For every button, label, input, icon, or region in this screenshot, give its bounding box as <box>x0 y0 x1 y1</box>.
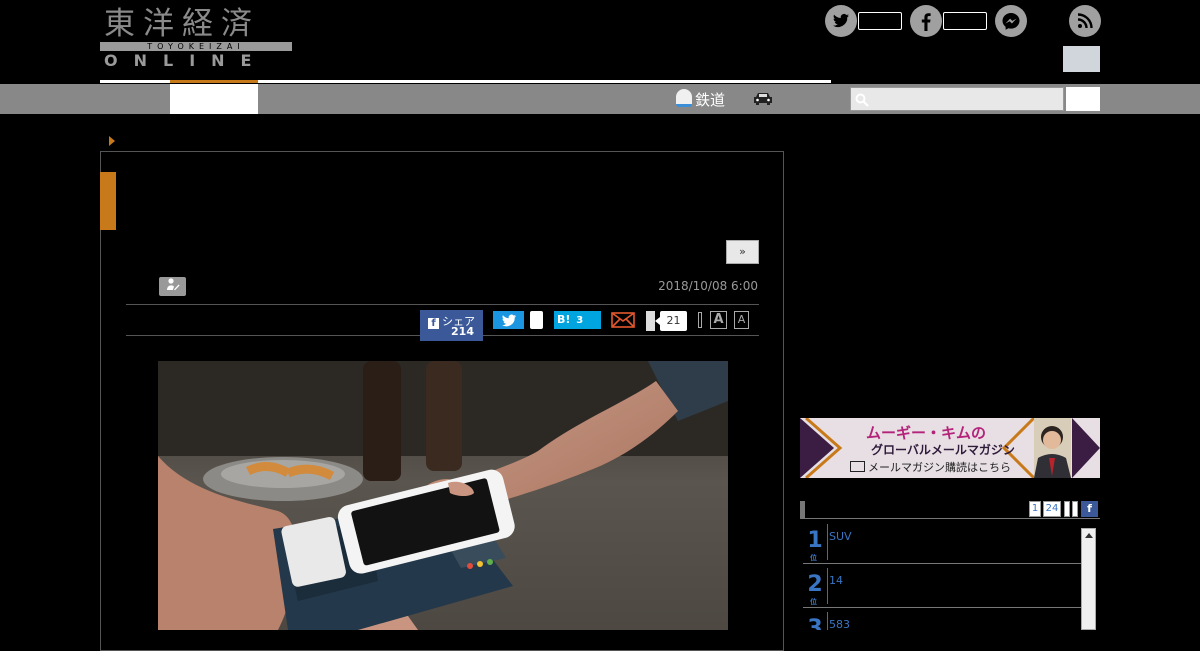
comment-count[interactable]: 21 <box>655 311 687 331</box>
hatena-bookmark-button[interactable]: B! 3 <box>554 311 601 329</box>
twitter-bird-icon <box>501 314 516 327</box>
nav-tab-active[interactable] <box>170 84 258 114</box>
ranking-tab-24[interactable]: 24 <box>1043 501 1061 517</box>
comment-icon[interactable] <box>646 311 655 331</box>
messenger-icon[interactable] <box>995 5 1027 37</box>
rank-divider <box>827 612 828 630</box>
hatena-label: B! <box>557 313 571 326</box>
ranking-list: 1位 SUV 2位 14 3位 583 <box>800 520 1082 630</box>
car-icon[interactable] <box>752 91 774 105</box>
twitter-count-box[interactable] <box>858 12 902 30</box>
facebook-ranking-icon[interactable]: f <box>1081 501 1098 517</box>
facebook-share-button[interactable]: f シェア 214 <box>420 310 483 341</box>
rss-icon[interactable] <box>1069 5 1101 37</box>
breadcrumb-arrow-icon <box>109 136 115 146</box>
ranking-item[interactable]: 1位 SUV <box>803 520 1082 564</box>
facebook-count-box[interactable] <box>943 12 987 30</box>
font-size-separator <box>698 312 702 328</box>
facebook-share-count: 214 <box>451 325 474 338</box>
rank-number: 1位 <box>807 528 823 562</box>
banner-cta: メールマガジン購読はこちら <box>850 459 1011 475</box>
rank-title[interactable]: 583 <box>829 618 850 630</box>
twitter-icon[interactable] <box>825 5 857 37</box>
rank-number: 3位 <box>807 616 823 630</box>
facebook-f-icon: f <box>428 318 439 329</box>
logo-online: ONLINE <box>104 51 268 70</box>
search-input[interactable] <box>850 87 1064 111</box>
ranking-tab-4[interactable] <box>1072 501 1078 517</box>
rank-title[interactable]: 14 <box>829 574 843 587</box>
tweet-button[interactable] <box>493 311 524 329</box>
rank-divider <box>827 568 828 604</box>
rank-title[interactable]: SUV <box>829 530 852 543</box>
article-title-accent <box>100 172 116 230</box>
ranking-header-accent <box>800 501 805 518</box>
hatena-count: 3 <box>576 315 584 326</box>
search-icon <box>855 92 869 107</box>
publish-date: 2018/10/08 6:00 <box>658 279 758 293</box>
banner-subtitle: グローバルメールマガジン <box>871 443 1015 457</box>
ranking-item[interactable]: 2位 14 <box>803 564 1082 608</box>
author-icon[interactable] <box>159 277 186 296</box>
rank-divider <box>827 524 828 560</box>
train-icon <box>676 89 692 107</box>
newsletter-banner[interactable]: ムーギー・キムの グローバルメールマガジン メールマガジン購読はこちら <box>800 418 1100 478</box>
next-page-button[interactable]: » <box>726 240 759 264</box>
ranking-tab-3[interactable] <box>1064 501 1070 517</box>
ranking-item[interactable]: 3位 583 <box>803 608 1082 630</box>
logo-kanji[interactable]: 東洋経済 <box>104 6 260 42</box>
envelope-icon <box>850 461 865 472</box>
article-photo <box>158 361 728 630</box>
font-size-large-button[interactable]: A <box>710 311 727 329</box>
nav-rail-label: 鉄道 <box>695 91 726 109</box>
rank-number: 2位 <box>807 572 823 606</box>
scroll-up-icon[interactable] <box>1085 533 1093 538</box>
facebook-icon[interactable] <box>910 5 942 37</box>
ranking-header: 1 24 f <box>800 499 1100 519</box>
tweet-count <box>530 311 543 329</box>
logo-romaji: TOYOKEIZAI <box>100 42 292 51</box>
login-button[interactable] <box>1063 46 1100 72</box>
nav-active-accent <box>170 80 258 83</box>
ranking-tab-1[interactable]: 1 <box>1029 501 1041 517</box>
nav-item-rail[interactable]: 鉄道 <box>676 89 725 110</box>
search-button[interactable] <box>1066 87 1100 111</box>
divider-top <box>126 304 759 305</box>
mail-icon[interactable] <box>611 312 635 328</box>
ranking-scrollbar[interactable] <box>1081 528 1096 630</box>
font-size-small-button[interactable]: A <box>734 311 749 329</box>
banner-title: ムーギー・キムの <box>866 424 987 442</box>
